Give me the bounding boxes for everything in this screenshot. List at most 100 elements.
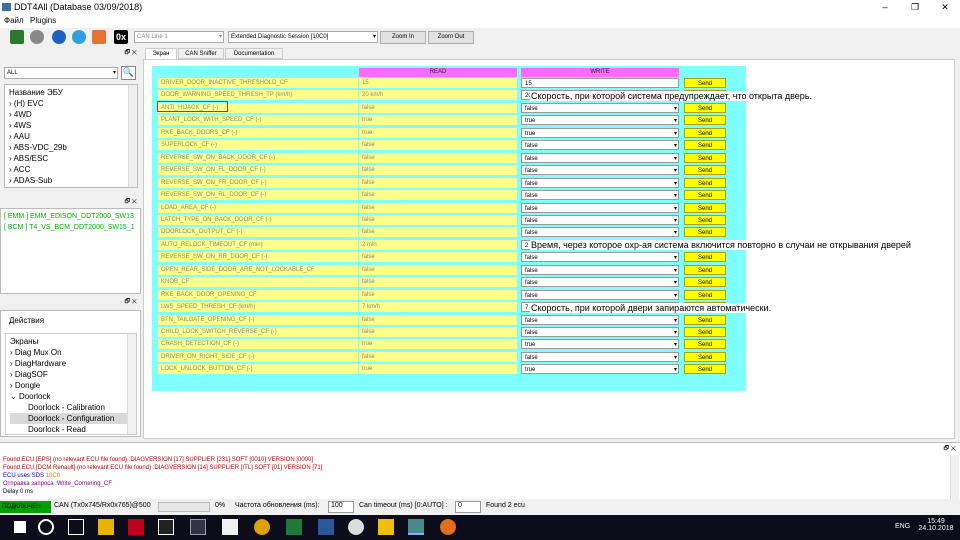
send-button[interactable]: Send [684, 102, 726, 113]
filter-select[interactable]: ALL ▾ [4, 67, 118, 79]
app-icon[interactable] [128, 519, 144, 535]
send-button[interactable]: Send [684, 289, 726, 300]
send-button[interactable]: Send [684, 78, 726, 88]
param-write-input[interactable]: 15 [521, 78, 679, 88]
send-button[interactable]: Send [684, 227, 726, 238]
word-icon[interactable] [318, 519, 334, 535]
list-item[interactable]: [ BCM ] T4_VS_BCM_DDT2000_SW15_1 [4, 222, 137, 233]
list-item[interactable]: › DiagSOF [10, 369, 132, 380]
save-icon[interactable] [190, 519, 206, 535]
scan-icon[interactable] [30, 30, 44, 44]
param-write-select[interactable]: false ▾ [521, 227, 679, 238]
heart-icon[interactable] [92, 30, 106, 44]
list-item[interactable]: › Diag Mux On [10, 347, 132, 358]
list-item[interactable]: › AAU [9, 131, 133, 142]
windows-start-icon[interactable] [14, 521, 26, 533]
param-write-select[interactable]: false ▾ [521, 277, 679, 288]
param-write-select[interactable]: false ▾ [521, 190, 679, 201]
send-button[interactable]: Send [684, 327, 726, 337]
list-item[interactable]: › ABS-VDC_29b [9, 142, 133, 153]
close-button[interactable]: ✕ [930, 0, 960, 14]
param-write-select[interactable]: false ▾ [521, 202, 679, 213]
send-button[interactable]: Send [684, 364, 726, 375]
app-icon[interactable] [440, 519, 456, 535]
maximize-button[interactable]: ❐ [900, 0, 930, 14]
send-button[interactable]: Send [684, 351, 726, 362]
app-icon[interactable] [378, 519, 394, 535]
tab-can-sniffer[interactable]: CAN Sniffer [178, 48, 224, 59]
send-button[interactable]: Send [684, 214, 726, 225]
param-write-select[interactable]: true ▾ [521, 127, 679, 138]
menu-plugins[interactable]: Plugins [30, 16, 56, 25]
param-write-select[interactable]: true ▾ [521, 115, 679, 126]
search-icon[interactable] [38, 519, 54, 535]
list-item[interactable]: Doorlock - Read [10, 424, 132, 435]
param-write-select[interactable]: true ▾ [521, 364, 679, 375]
log-scrollbar[interactable] [950, 455, 959, 499]
send-button[interactable]: Send [684, 277, 726, 288]
list-item[interactable]: › ABS/ESC [9, 153, 133, 164]
list-item[interactable]: ⌄ Doorlock [10, 391, 132, 402]
excel-icon[interactable] [286, 519, 302, 535]
param-write-select[interactable]: false ▾ [521, 102, 679, 113]
param-write-select[interactable]: false ▾ [521, 214, 679, 225]
connect-icon[interactable] [10, 30, 24, 44]
app-icon[interactable] [158, 519, 174, 535]
param-write-select[interactable]: false ▾ [521, 140, 679, 151]
param-write-select[interactable]: false ▾ [521, 314, 679, 325]
send-button[interactable]: Send [684, 140, 726, 151]
list-item[interactable]: Doorlock - Calibration [10, 402, 132, 413]
send-button[interactable]: Send [684, 177, 726, 188]
task-view-icon[interactable] [68, 519, 84, 535]
zoom-out-button[interactable]: Zoom Out [428, 31, 474, 44]
send-button[interactable]: Send [684, 264, 726, 275]
session-select[interactable]: Extended Diagnostic Session [10C0] ▾ [228, 31, 378, 43]
file-explorer-icon[interactable] [98, 519, 114, 535]
param-write-select[interactable]: false ▾ [521, 351, 679, 362]
param-write-select[interactable]: false ▾ [521, 177, 679, 188]
language-indicator[interactable]: ENG [895, 523, 910, 530]
ecu-scrollbar[interactable] [128, 85, 137, 187]
send-button[interactable]: Send [684, 115, 726, 126]
send-button[interactable]: Send [684, 127, 726, 138]
can-line-select[interactable]: CAN Line 1 ▾ [134, 31, 224, 43]
param-write-select[interactable]: false ▾ [521, 252, 679, 263]
send-button[interactable]: Send [684, 314, 726, 325]
param-write-select[interactable]: false ▾ [521, 327, 679, 337]
param-write-select[interactable]: false ▾ [521, 264, 679, 275]
send-button[interactable]: Send [684, 165, 726, 176]
list-item[interactable]: › ACC [9, 164, 133, 175]
list-item[interactable]: › ADAS-Sub [9, 175, 133, 186]
menu-file[interactable]: Файл [4, 16, 24, 25]
list-item[interactable]: › Dongle [10, 380, 132, 391]
send-button[interactable]: Send [684, 152, 726, 163]
notepad-icon[interactable] [222, 519, 238, 535]
list-item-selected[interactable]: Doorlock - Configuration [10, 413, 132, 424]
chrome-icon[interactable] [254, 519, 270, 535]
param-write-select[interactable]: false ▾ [521, 165, 679, 176]
screens-scrollbar[interactable] [127, 334, 136, 434]
send-button[interactable]: Send [684, 190, 726, 201]
list-item[interactable]: [ EMM ] EMM_EDISON_DDT2000_SW13 [4, 211, 137, 222]
refresh-icon[interactable] [52, 30, 66, 44]
settings-icon[interactable] [348, 519, 364, 535]
search-icon[interactable]: 🔍 [121, 66, 136, 80]
ddt4all-icon[interactable] [408, 519, 424, 535]
list-item[interactable]: › DiagHardware [10, 358, 132, 369]
param-write-select[interactable]: false ▾ [521, 152, 679, 163]
refresh-input[interactable]: 100 [328, 501, 354, 513]
hex-icon[interactable]: 0x [114, 30, 128, 44]
list-item[interactable]: › 4WS [9, 120, 133, 131]
tab-documentation[interactable]: Documentation [225, 48, 283, 59]
timeout-input[interactable]: 0 [455, 501, 481, 513]
sync-icon[interactable] [72, 30, 86, 44]
clock[interactable]: 15:49 24.10.2018 [918, 518, 954, 532]
send-button[interactable]: Send [684, 339, 726, 350]
minimize-button[interactable]: – [870, 0, 900, 14]
tab-screen[interactable]: Экран [145, 48, 177, 59]
send-button[interactable]: Send [684, 252, 726, 263]
send-button[interactable]: Send [684, 202, 726, 213]
zoom-in-button[interactable]: Zoom In [380, 31, 426, 44]
param-write-select[interactable]: true ▾ [521, 339, 679, 350]
param-write-select[interactable]: false ▾ [521, 289, 679, 300]
